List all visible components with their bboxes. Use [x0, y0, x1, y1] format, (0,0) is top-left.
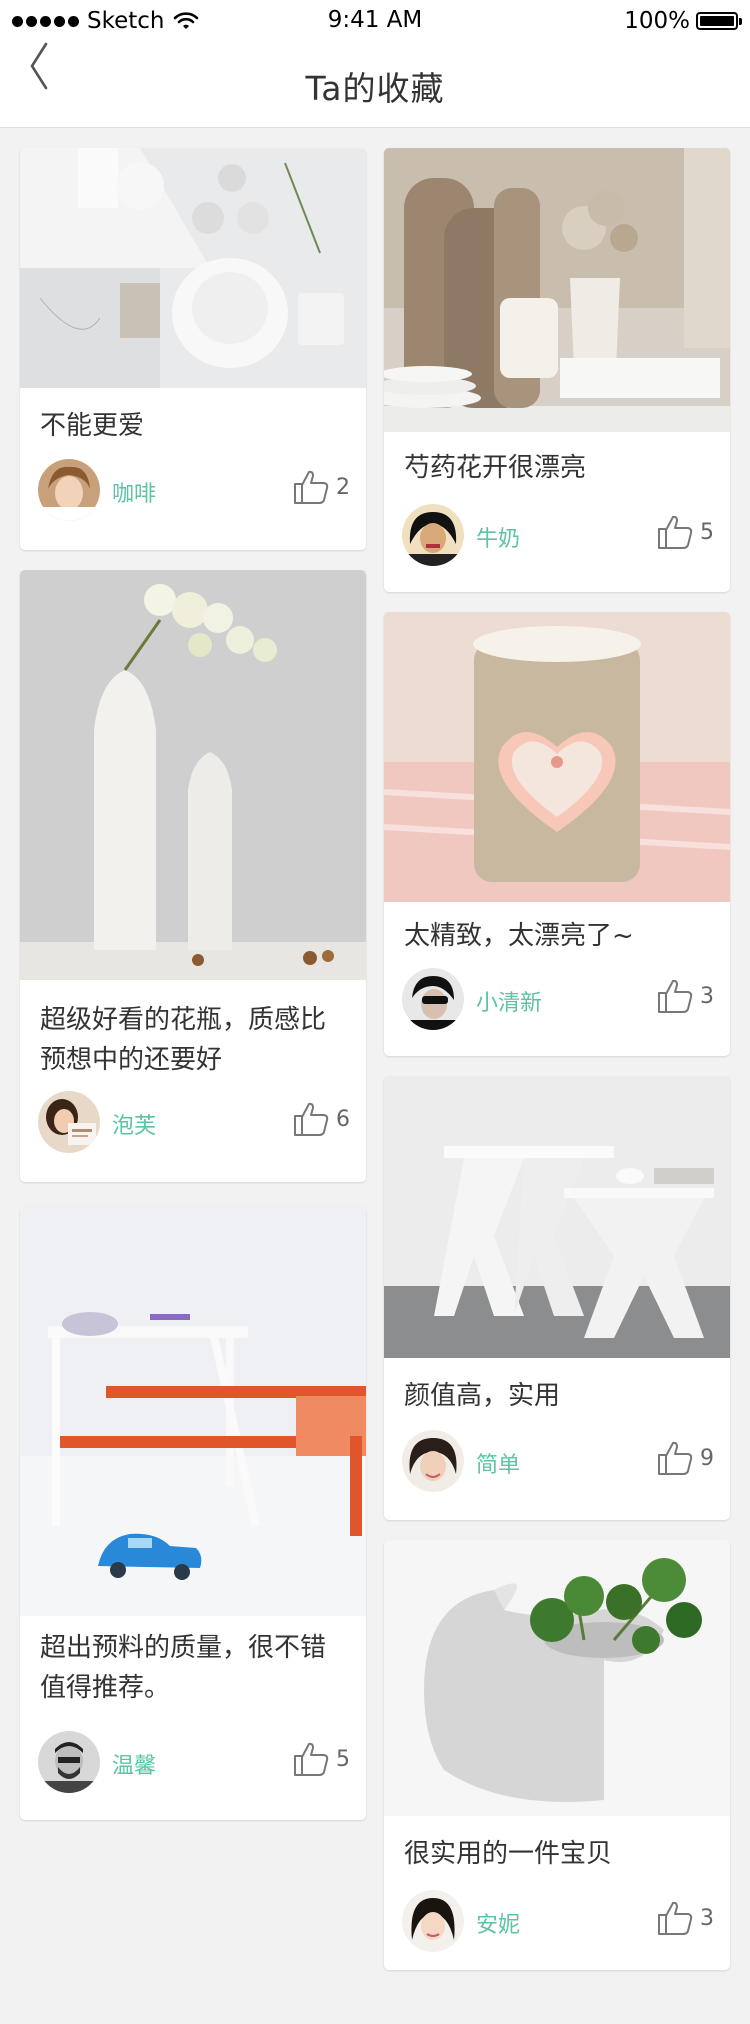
like-button[interactable]: 3	[656, 1899, 714, 1937]
card-description: 很实用的一件宝贝	[404, 1839, 613, 1869]
user-avatar[interactable]	[38, 1091, 100, 1153]
thumbs-up-icon	[658, 1901, 693, 1935]
product-image	[384, 612, 730, 902]
like-count: 6	[336, 1106, 350, 1132]
collection-card[interactable]: 超级好看的花瓶，质感比预想中的还要好 泡芙 6	[20, 570, 366, 1182]
like-button[interactable]: 3	[656, 977, 714, 1015]
collection-screen: Sketch 9:41 AM 100% Ta的收藏 不能更爱 咖啡 2 超级好看…	[0, 0, 750, 2024]
username[interactable]: 简单	[476, 1447, 520, 1479]
user-avatar[interactable]	[402, 504, 464, 566]
collection-card[interactable]: 很实用的一件宝贝 安妮 3	[384, 1540, 730, 1970]
user-avatar[interactable]	[402, 1890, 464, 1952]
battery-icon	[696, 12, 742, 30]
thumbs-up-icon	[294, 1102, 329, 1136]
thumbs-up-icon	[294, 470, 329, 504]
username[interactable]: 安妮	[476, 1907, 520, 1939]
like-count: 5	[700, 519, 714, 545]
user-avatar[interactable]	[402, 1430, 464, 1492]
battery-percentage: 100%	[624, 8, 690, 34]
navigation-bar: Sketch 9:41 AM 100% Ta的收藏	[0, 0, 750, 128]
collection-card[interactable]: 太精致，太漂亮了~ 小清新 3	[384, 612, 730, 1056]
status-bar: Sketch 9:41 AM 100%	[0, 0, 750, 40]
like-button[interactable]: 2	[292, 468, 350, 506]
like-count: 9	[700, 1445, 714, 1471]
user-avatar[interactable]	[38, 1731, 100, 1793]
collection-card[interactable]: 超出预料的质量，很不错值得推荐。 温馨 5	[20, 1206, 366, 1820]
product-image	[384, 1076, 730, 1358]
card-description: 颜值高，实用	[404, 1381, 561, 1411]
product-image	[20, 1206, 366, 1616]
like-button[interactable]: 5	[292, 1740, 350, 1778]
collection-card[interactable]: 颜值高，实用 简单 9	[384, 1076, 730, 1520]
status-right: 100%	[624, 7, 742, 35]
user-avatar[interactable]	[38, 459, 100, 521]
username[interactable]: 咖啡	[112, 476, 156, 508]
page-title: Ta的收藏	[305, 69, 445, 108]
like-count: 2	[336, 474, 350, 500]
like-button[interactable]: 6	[292, 1100, 350, 1138]
card-description: 超级好看的花瓶，质感比预想中的还要好	[40, 1005, 327, 1075]
card-description: 太精致，太漂亮了~	[404, 921, 634, 951]
username[interactable]: 小清新	[476, 985, 542, 1017]
thumbs-up-icon	[658, 515, 693, 549]
product-image	[384, 148, 730, 432]
user-avatar[interactable]	[402, 968, 464, 1030]
product-image	[384, 1540, 730, 1816]
collection-card[interactable]: 芍药花开很漂亮 牛奶 5	[384, 148, 730, 592]
username[interactable]: 温馨	[112, 1748, 156, 1780]
thumbs-up-icon	[294, 1742, 329, 1776]
card-description: 超出预料的质量，很不错值得推荐。	[40, 1633, 327, 1703]
card-description: 不能更爱	[40, 411, 145, 441]
like-count: 3	[700, 983, 714, 1009]
username[interactable]: 泡芙	[112, 1108, 156, 1140]
username[interactable]: 牛奶	[476, 521, 520, 553]
thumbs-up-icon	[658, 1441, 693, 1475]
product-image	[20, 570, 366, 980]
card-description: 芍药花开很漂亮	[404, 453, 587, 483]
like-count: 3	[700, 1905, 714, 1931]
thumbs-up-icon	[658, 979, 693, 1013]
collection-card[interactable]: 不能更爱 咖啡 2	[20, 148, 366, 550]
like-button[interactable]: 9	[656, 1439, 714, 1477]
product-image	[20, 148, 366, 388]
like-button[interactable]: 5	[656, 513, 714, 551]
like-count: 5	[336, 1746, 350, 1772]
